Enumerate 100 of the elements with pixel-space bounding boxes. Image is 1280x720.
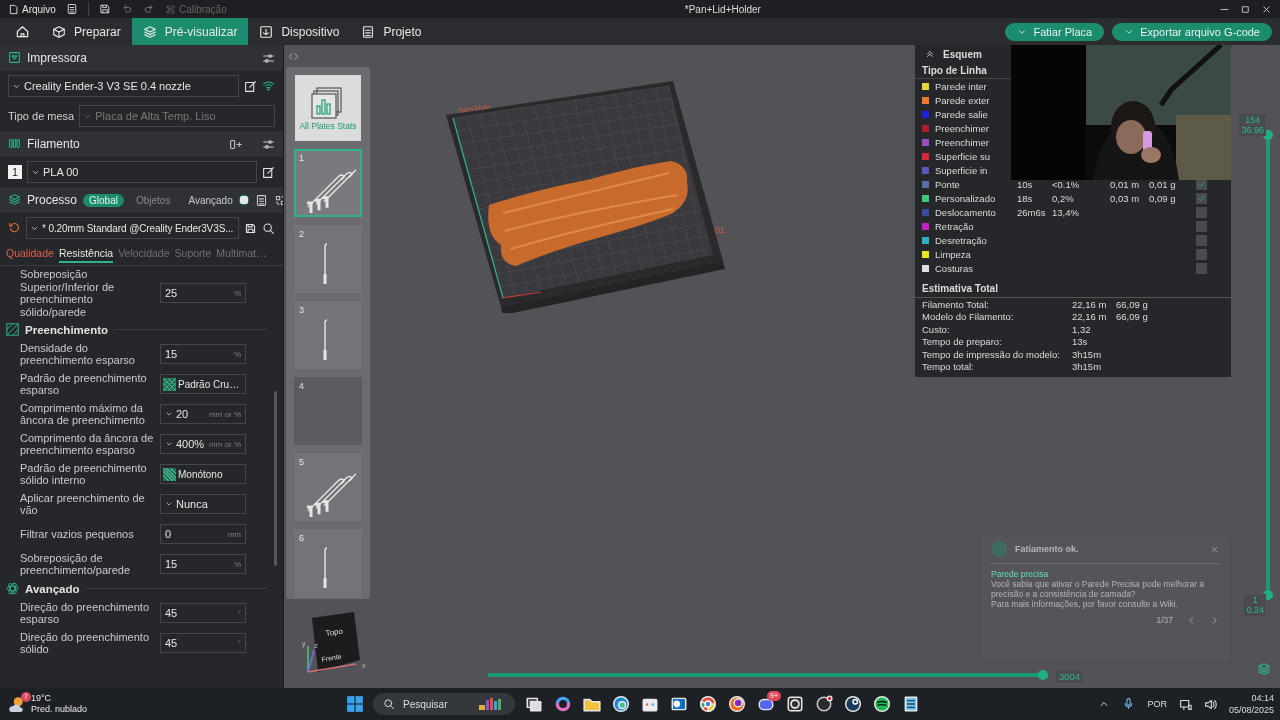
nav-tab[interactable]: Dispositivo — [248, 18, 351, 45]
pattern-dropdown[interactable]: Monótono — [160, 464, 246, 484]
settings-tab[interactable]: Qualidade — [6, 247, 54, 263]
search-icon[interactable] — [262, 221, 275, 235]
visibility-checkbox[interactable] — [1196, 262, 1207, 274]
setting-label: Comprimento da âncora de preenchimento esparso — [20, 431, 155, 457]
plate-thumbnail[interactable]: 5 — [294, 453, 362, 521]
app-icon[interactable] — [815, 695, 833, 713]
language-indicator[interactable]: POR — [1147, 699, 1167, 709]
notepad-icon[interactable] — [902, 695, 920, 713]
image-frame-icon — [259, 24, 274, 39]
reset-icon[interactable] — [8, 220, 21, 234]
visibility-checkbox[interactable] — [1196, 206, 1207, 218]
slice-button[interactable]: Fatiar Placa — [1005, 22, 1105, 41]
dropdown-field[interactable]: Nunca — [160, 494, 246, 514]
add-spool-icon[interactable] — [229, 137, 242, 151]
browser-icon[interactable] — [612, 695, 630, 713]
scope-tab[interactable]: Global — [83, 193, 124, 207]
plate-thumbnail[interactable]: 3 — [294, 301, 362, 369]
layer-slider[interactable] — [1263, 130, 1273, 600]
plate-thumbnail[interactable]: 1 — [294, 149, 362, 217]
line-type-name: Limpeza — [935, 248, 971, 260]
unit-label: mm or % — [209, 409, 241, 419]
pattern-dropdown[interactable]: Padrão Cru… — [160, 374, 246, 394]
collapse-panel-icon[interactable] — [288, 51, 299, 62]
visibility-checkbox[interactable] — [1196, 234, 1207, 246]
file-menu[interactable]: Arquivo — [8, 3, 56, 15]
filament-dropdown[interactable]: PLA 00 — [27, 161, 257, 183]
length-value: 0,03 m — [1110, 192, 1140, 204]
maximize-icon[interactable] — [1240, 3, 1251, 15]
redo-icon[interactable] — [142, 3, 155, 15]
settings-icon[interactable] — [262, 51, 275, 65]
document-icon — [8, 3, 19, 15]
nav-tab[interactable]: Pré-visualizar — [131, 18, 249, 45]
visibility-checkbox[interactable] — [1196, 248, 1207, 260]
advanced-toggle[interactable] — [238, 195, 249, 205]
plate-thumbnail[interactable]: 2 — [294, 225, 362, 293]
visibility-checkbox[interactable] — [1196, 220, 1207, 232]
browser-icon[interactable] — [728, 695, 746, 713]
setting-label: Padrão de preenchimento esparso — [20, 371, 148, 397]
number-field[interactable]: 15 % — [160, 554, 246, 574]
app-icon[interactable] — [786, 695, 804, 713]
browser-icon[interactable] — [699, 695, 717, 713]
clock-date[interactable]: 05/08/2025 — [1228, 704, 1274, 716]
dropdown-field[interactable]: 400% mm or % — [160, 434, 246, 454]
temperature: 19°C — [31, 693, 53, 704]
close-icon[interactable] — [1261, 3, 1272, 15]
cube-face-label: Topo — [325, 626, 344, 638]
scope-tab[interactable]: Objetos — [129, 193, 177, 207]
settings-tab[interactable]: Resistência — [58, 247, 114, 263]
number-field[interactable]: 45 ° — [160, 603, 246, 623]
plate-thumbnail[interactable]: 4 — [294, 377, 362, 445]
list-icon[interactable] — [65, 3, 78, 15]
app-icon[interactable] — [844, 695, 862, 713]
line-type-name: Superficie in — [935, 164, 988, 176]
export-button[interactable]: Exportar arquivo G-code — [1112, 22, 1272, 41]
compare-icon[interactable] — [273, 193, 283, 207]
line-type-name: Parede salie — [935, 108, 988, 120]
undo-icon[interactable] — [120, 3, 133, 15]
number-field[interactable]: 45 ° — [160, 633, 246, 653]
number-field[interactable]: 0 mm — [160, 524, 246, 544]
search-field[interactable]: Pesquisar — [373, 693, 515, 715]
save-icon[interactable] — [98, 3, 111, 15]
network-icon[interactable] — [1178, 697, 1192, 711]
clock-time[interactable]: 04:14 — [1251, 692, 1274, 704]
app-icon[interactable] — [873, 695, 891, 713]
line-type-name: Personalizado — [935, 192, 996, 204]
list-icon[interactable] — [254, 193, 268, 207]
dropdown-field[interactable]: 20 mm or % — [160, 404, 246, 424]
swirl-icon[interactable] — [554, 695, 572, 713]
plate-thumbnail[interactable]: 6 — [294, 529, 362, 597]
line-type-name: Costuras — [935, 262, 973, 274]
printer-dropdown[interactable]: Creality Ender-3 V3 SE 0.4 nozzle — [8, 75, 239, 97]
number-field[interactable]: 25 % — [160, 283, 246, 303]
settings-icon[interactable] — [262, 137, 275, 151]
wifi-icon[interactable] — [262, 78, 275, 92]
scrollbar[interactable] — [274, 391, 277, 566]
total-value: 22,16 m — [1072, 298, 1108, 310]
move-slider[interactable] — [488, 670, 1048, 680]
view-cube[interactable] — [312, 612, 360, 672]
nav-tab[interactable]: Preparar — [41, 18, 132, 45]
volume-icon[interactable] — [1203, 697, 1217, 711]
mail-icon[interactable] — [670, 695, 688, 713]
preset-dropdown[interactable]: * 0.20mm Standard @Creality Ender3V3S... — [26, 217, 239, 239]
cloud-icon[interactable] — [6, 695, 26, 713]
unit-label: mm or % — [209, 439, 241, 449]
edit-icon[interactable] — [262, 165, 275, 179]
edit-icon[interactable] — [244, 79, 257, 93]
start-button[interactable] — [346, 695, 364, 713]
spool-icon — [8, 136, 21, 150]
number-field[interactable]: 15 % — [160, 344, 246, 364]
layers-icon[interactable] — [1257, 662, 1271, 676]
unit-label: % — [233, 349, 241, 359]
printer-icon — [8, 50, 21, 64]
visibility-checkbox[interactable] — [1196, 192, 1207, 204]
collapse-icon[interactable] — [925, 49, 935, 59]
task-view-icon[interactable] — [525, 695, 543, 713]
save-icon[interactable] — [244, 221, 257, 235]
nav-tab[interactable]: Projeto — [350, 18, 433, 45]
total-value: 3h15m — [1072, 361, 1103, 373]
